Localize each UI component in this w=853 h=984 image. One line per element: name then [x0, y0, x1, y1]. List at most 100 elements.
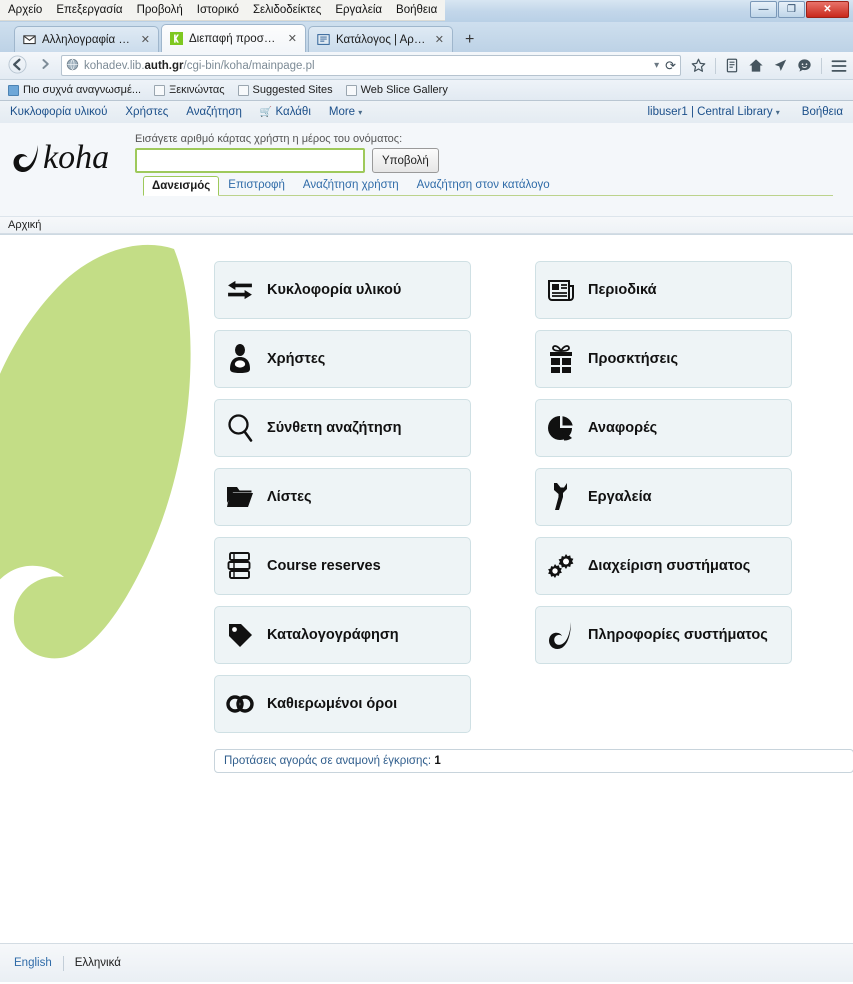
exchange-arrows-icon — [225, 273, 255, 307]
bookmark-getting-started[interactable]: Ξεκινώντας — [154, 84, 225, 96]
maximize-button[interactable]: ❐ — [778, 1, 805, 18]
module-about[interactable]: Πληροφορίες συστήματος — [535, 606, 792, 664]
browser-tab-catalog[interactable]: Κατάλογος | Αριστοτέλειο ... ✕ — [308, 26, 453, 52]
koha-main-nav: Κυκλοφορία υλικού Χρήστες Αναζήτηση 🛒 Κα… — [0, 101, 853, 123]
notice-count: 1 — [434, 755, 441, 767]
user-icon — [225, 342, 255, 376]
module-label: Λίστες — [267, 489, 312, 505]
language-footer: English Ελληνικά — [0, 943, 853, 982]
tab-checkout[interactable]: Δανεισμός — [143, 176, 220, 196]
patron-search-input[interactable] — [135, 148, 365, 173]
koha-leaf-icon — [546, 618, 576, 652]
close-icon[interactable]: ✕ — [288, 32, 297, 45]
module-advanced-search[interactable]: Σύνθετη αναζήτηση — [214, 399, 471, 457]
language-english[interactable]: English — [14, 957, 52, 969]
close-button[interactable]: ✕ — [806, 1, 849, 18]
module-administration[interactable]: Διαχείριση συστήματος — [535, 537, 792, 595]
pocket-icon[interactable] — [773, 58, 788, 73]
bookmark-icon — [154, 84, 166, 96]
menu-item-help[interactable]: Βοήθεια — [394, 3, 439, 17]
menu-item-bookmarks[interactable]: Σελιδοδείκτες — [251, 3, 323, 17]
folder-icon — [225, 480, 255, 514]
koha-icon — [170, 32, 183, 45]
menu-item-edit[interactable]: Επεξεργασία — [54, 3, 124, 17]
module-label: Καθιερωμένοι όροι — [267, 696, 398, 712]
back-icon[interactable] — [6, 54, 29, 77]
module-reports[interactable]: Αναφορές — [535, 399, 792, 457]
module-serials[interactable]: Περιοδικά — [535, 261, 792, 319]
module-circulation[interactable]: Κυκλοφορία υλικού — [214, 261, 471, 319]
menu-item-tools[interactable]: Εργαλεία — [333, 3, 384, 17]
tab-checkin[interactable]: Επιστροφή — [219, 175, 294, 195]
module-column-right: Περιοδικά Προσκτήσεις Αναφορές Εργαλεία … — [535, 261, 792, 733]
reload-icon[interactable]: ⟳ — [665, 58, 676, 74]
url-bar[interactable]: kohadev.lib.auth.gr/cgi-bin/koha/mainpag… — [61, 55, 681, 76]
window-title-blurred — [440, 3, 443, 15]
sync-smiley-icon[interactable] — [797, 58, 812, 73]
chain-link-icon — [225, 687, 255, 721]
user-branch-block[interactable]: libuser1 | Central Library ▾ — [647, 106, 779, 118]
bookmark-most-visited[interactable]: Πιο συχνά αναγνωσμέ... — [8, 84, 141, 96]
new-tab-button[interactable]: + — [459, 32, 480, 48]
bookmark-blue-icon — [8, 84, 19, 96]
browser-tab-koha-staff[interactable]: Διεπαφή προσωπικού ✕ — [161, 24, 306, 52]
reading-list-icon[interactable] — [725, 58, 739, 73]
koha-logo[interactable]: koha — [0, 123, 135, 175]
pending-suggestions-notice[interactable]: Προτάσεις αγοράς σε αναμονή έγκρισης: 1 — [214, 749, 853, 773]
forward-icon[interactable] — [35, 56, 55, 75]
books-stack-icon — [225, 549, 255, 583]
tab-title: Διεπαφή προσωπικού — [189, 32, 280, 45]
koha-leaf-logo-icon — [12, 141, 42, 175]
browser-navigation-bar: kohadev.lib.auth.gr/cgi-bin/koha/mainpag… — [0, 52, 853, 80]
module-label: Αναφορές — [588, 420, 658, 436]
module-acquisitions[interactable]: Προσκτήσεις — [535, 330, 792, 388]
menu-item-history[interactable]: Ιστορικό — [195, 3, 241, 17]
module-lists[interactable]: Λίστες — [214, 468, 471, 526]
footer-divider — [62, 955, 64, 971]
tab-title: Κατάλογος | Αριστοτέλειο ... — [336, 33, 427, 46]
magnifier-icon — [225, 411, 255, 445]
module-label: Προσκτήσεις — [588, 351, 679, 367]
nav-patrons[interactable]: Χρήστες — [125, 106, 168, 118]
nav-circulation[interactable]: Κυκλοφορία υλικού — [10, 106, 107, 118]
koha-nav-right: libuser1 | Central Library ▾ Βοήθεια — [647, 106, 843, 118]
home-icon[interactable] — [748, 58, 764, 73]
close-icon[interactable]: ✕ — [141, 33, 150, 46]
nav-more[interactable]: More ▾ — [329, 106, 362, 118]
browser-tab-mail[interactable]: Αλληλογραφία :: Εισερχόμ... ✕ — [14, 26, 159, 52]
chevron-down-icon: ▾ — [358, 108, 363, 117]
branch-link[interactable]: Central Library — [697, 106, 772, 118]
nav-search[interactable]: Αναζήτηση — [186, 106, 242, 118]
url-prefix: kohadev.lib. — [84, 59, 145, 72]
gift-icon — [546, 342, 576, 376]
bookmark-label: Πιο συχνά αναγνωσμέ... — [23, 84, 142, 96]
nav-help[interactable]: Βοήθεια — [802, 106, 843, 118]
module-patrons[interactable]: Χρήστες — [214, 330, 471, 388]
menu-item-view[interactable]: Προβολή — [135, 3, 185, 17]
tag-icon — [225, 618, 255, 652]
module-course-reserves[interactable]: Course reserves — [214, 537, 471, 595]
patron-search-block: Εισάγετε αριθμό κάρτας χρήστη η μέρος το… — [135, 123, 833, 196]
mail-icon — [23, 33, 36, 46]
module-tools[interactable]: Εργαλεία — [535, 468, 792, 526]
module-label: Σύνθετη αναζήτηση — [267, 420, 402, 436]
breadcrumb-home[interactable]: Αρχική — [8, 219, 41, 231]
tab-patron-search[interactable]: Αναζήτηση χρήστη — [294, 175, 408, 195]
bookmark-web-slice-gallery[interactable]: Web Slice Gallery — [345, 84, 448, 96]
close-icon[interactable]: ✕ — [435, 33, 444, 46]
chevron-down-icon[interactable]: ▾ — [654, 60, 659, 71]
module-cataloguing[interactable]: Καταλογογράφηση — [214, 606, 471, 664]
bookmark-suggested-sites[interactable]: Suggested Sites — [237, 84, 333, 96]
menu-item-file[interactable]: Αρχείο — [6, 3, 44, 17]
language-greek: Ελληνικά — [74, 957, 121, 969]
submit-button[interactable]: Υποβολή — [372, 148, 439, 173]
username-link[interactable]: libuser1 — [647, 106, 687, 118]
module-authorities[interactable]: Καθιερωμένοι όροι — [214, 675, 471, 733]
star-icon[interactable] — [691, 58, 706, 73]
browser-menubar: Αρχείο Επεξεργασία Προβολή Ιστορικό Σελι… — [0, 0, 446, 21]
nav-cart[interactable]: 🛒 Καλάθι — [260, 106, 311, 118]
globe-icon — [66, 58, 79, 74]
tab-catalog-search[interactable]: Αναζήτηση στον κατάλογο — [408, 175, 559, 195]
menu-hamburger-icon[interactable] — [831, 59, 847, 73]
minimize-button[interactable]: — — [750, 1, 777, 18]
